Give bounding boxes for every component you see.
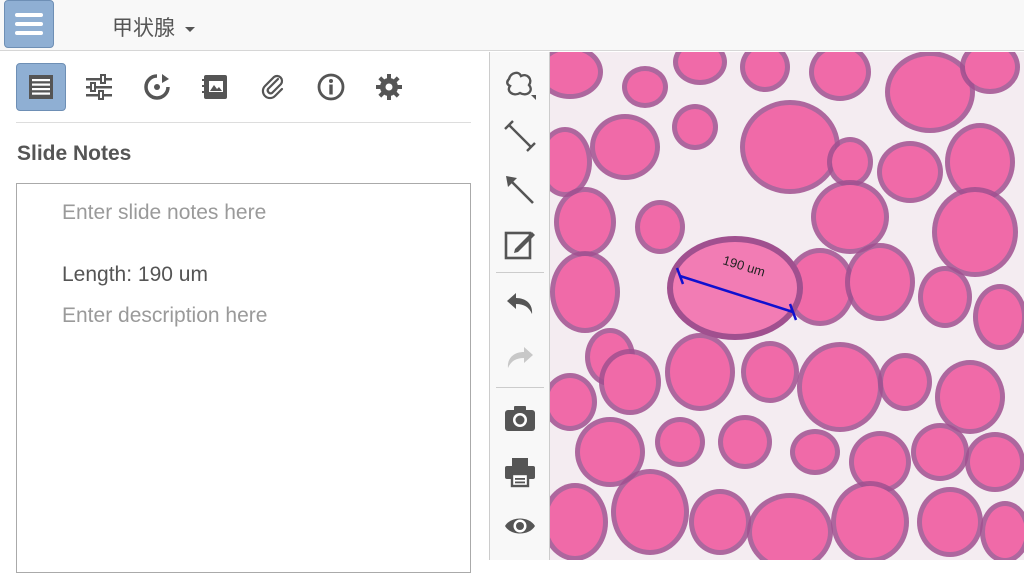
arrow-button[interactable] [500, 170, 540, 210]
undo-button[interactable] [500, 284, 540, 324]
image-notebook-icon [202, 75, 227, 99]
print-icon [505, 458, 535, 488]
freehand-polygon-button[interactable] [500, 64, 540, 104]
adjustments-button[interactable] [74, 63, 124, 111]
eye-icon [505, 518, 535, 534]
info-icon [317, 73, 345, 101]
info-button[interactable] [306, 63, 356, 111]
edit-note-icon [504, 231, 535, 260]
sliders-icon [86, 74, 112, 100]
slide-title-dropdown[interactable]: 甲状腺 [112, 12, 195, 42]
redo-icon [507, 347, 533, 368]
slide-title: 甲状腺 [112, 17, 175, 40]
refresh-icon [144, 74, 170, 100]
paperclip-icon [261, 74, 284, 100]
undo-icon [507, 293, 533, 314]
hamburger-menu-button[interactable] [4, 0, 54, 48]
snapshot-button[interactable] [500, 398, 540, 438]
line-measure-icon [504, 120, 536, 152]
visibility-button[interactable] [500, 506, 540, 546]
slide-viewer[interactable]: 190 um [550, 52, 1024, 560]
description-placeholder[interactable]: Enter description here [62, 304, 267, 328]
notes-tab-button[interactable] [16, 63, 66, 111]
edit-note-button[interactable] [500, 224, 540, 264]
redo-button[interactable] [500, 338, 540, 378]
measurement-text[interactable]: Length: 190 um [62, 263, 208, 287]
divider [16, 122, 471, 123]
notes-icon [29, 75, 53, 99]
settings-button[interactable] [364, 63, 414, 111]
print-button[interactable] [500, 452, 540, 492]
refresh-button[interactable] [132, 63, 182, 111]
slide-notes-placeholder[interactable]: Enter slide notes here [62, 201, 266, 225]
gear-icon [376, 74, 402, 100]
image-notebook-button[interactable] [190, 63, 240, 111]
camera-icon [505, 406, 535, 431]
freehand-polygon-icon [506, 71, 536, 100]
tissue-image[interactable]: 190 um [550, 52, 1024, 560]
top-bar: 甲状腺 [0, 0, 1024, 51]
annotation-toolbar [489, 52, 550, 560]
hamburger-menu-icon [15, 13, 43, 17]
attachment-button[interactable] [248, 63, 298, 111]
chevron-down-icon [185, 26, 195, 32]
left-panel: Slide Notes Enter slide notes here Lengt… [0, 52, 489, 573]
arrow-icon [506, 176, 534, 204]
line-measure-button[interactable] [500, 116, 540, 156]
section-title: Slide Notes [17, 142, 132, 165]
panel-toolbar [16, 62, 422, 112]
slide-notes-editor[interactable]: Enter slide notes here Length: 190 um En… [16, 183, 471, 573]
